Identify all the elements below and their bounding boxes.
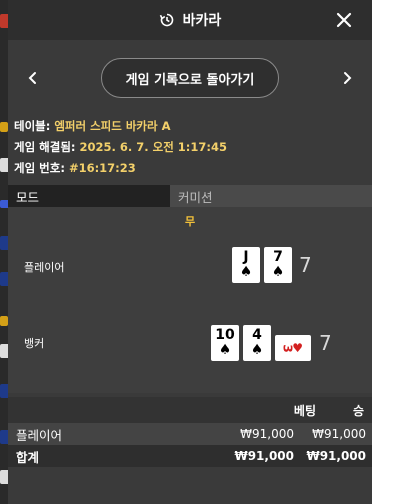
bet-table-header: 베팅 승 [8,397,372,423]
bet-amount: ₩91,000 [240,427,294,441]
total-win: ₩91,000 [306,449,366,463]
playing-card: 10 ♠ [211,325,239,361]
header-bet: 베팅 [293,403,316,418]
panel-header: 바카라 [8,0,372,40]
tab-commission[interactable]: 커미션 [170,185,372,207]
table-info-line: 테이블: 엠퍼러 스피드 바카라 A [14,116,366,137]
background-right [372,0,418,504]
card-rank: J [243,249,249,265]
banker-cards: 10 ♠ 4 ♠ 3 ♥ [211,325,311,361]
spade-icon: ♠ [271,264,285,280]
spade-icon: ♠ [218,342,232,358]
game-number-label: 게임 번호: [14,161,69,175]
header-win: 승 [352,403,364,418]
mode-tabs: 모드 커미션 [8,185,372,207]
chevron-right-icon[interactable] [338,69,356,87]
bet-table: 베팅 승 플레이어 ₩91,000 ₩91,000 합계 ₩91,000 ₩91… [8,397,372,467]
table-label: 테이블: [14,119,55,133]
card-rank: 3 [280,343,295,353]
banker-label: 뱅커 [24,337,45,350]
playing-card: J ♠ [232,247,260,283]
close-icon[interactable] [334,10,354,30]
history-icon [159,13,173,27]
navigation-row: 게임 기록으로 돌아가기 [8,40,372,116]
win-amount: ₩91,000 [312,427,366,441]
total-label: 합계 [16,449,40,465]
back-to-history-button[interactable]: 게임 기록으로 돌아가기 [101,58,279,98]
table-row: 플레이어 ₩91,000 ₩91,000 [8,423,372,445]
game-number-value: #16:17:23 [68,161,136,175]
game-number-line: 게임 번호: #16:17:23 [14,158,366,179]
chevron-left-icon[interactable] [24,69,42,87]
background-marker [0,122,8,132]
player-label: 플레이어 [24,261,65,274]
spade-icon: ♠ [250,342,264,358]
header-title-group: 바카라 [159,10,222,30]
panel-title: 바카라 [182,13,222,29]
playing-card-sideways: 3 ♥ [275,335,311,361]
table-value: 엠퍼러 스피드 바카라 A [54,119,171,133]
background-marker [0,316,8,326]
banker-score: 7 [319,331,332,355]
playing-card: 4 ♠ [243,325,271,361]
player-score: 7 [299,253,312,277]
game-result: 무 플레이어 J ♠ 7 ♠ 7 뱅커 10 ♠ 4 ♠ 3 ♥ 7 [8,207,372,393]
game-history-panel: 바카라 게임 기록으로 돌아가기 테이블: 엠퍼러 스피드 바카라 A 게임 해… [8,0,372,504]
card-rank: 4 [252,327,262,343]
settled-label: 게임 해결됨: [14,140,80,154]
settled-value: 2025. 6. 7. 오전 1:17:45 [79,140,228,154]
card-rank: 10 [215,327,235,343]
player-cards: J ♠ 7 ♠ [232,247,292,283]
game-info: 테이블: 엠퍼러 스피드 바카라 A 게임 해결됨: 2025. 6. 7. 오… [8,116,372,179]
card-rank: 7 [273,249,283,265]
tab-mode[interactable]: 모드 [8,185,170,207]
table-total-row: 합계 ₩91,000 ₩91,000 [8,445,372,467]
bet-name: 플레이어 [16,427,63,443]
spade-icon: ♠ [239,264,253,280]
playing-card: 7 ♠ [264,247,292,283]
settled-info-line: 게임 해결됨: 2025. 6. 7. 오전 1:17:45 [14,137,366,158]
total-bet: ₩91,000 [234,449,294,463]
outcome-label: 무 [184,215,196,228]
